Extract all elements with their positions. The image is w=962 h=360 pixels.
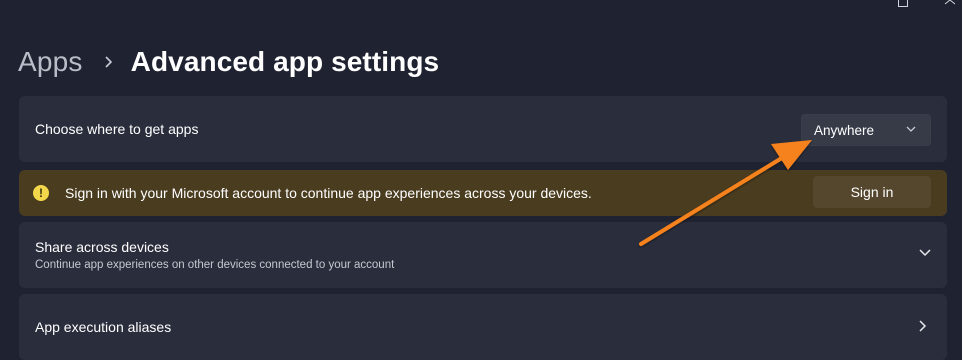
restore-window-button[interactable] — [898, 0, 908, 7]
close-window-button[interactable] — [944, 0, 956, 6]
chevron-right-icon — [919, 320, 927, 332]
share-across-devices-description: Continue app experiences on other device… — [35, 259, 395, 271]
chevron-down-icon[interactable] — [919, 249, 931, 257]
app-source-dropdown[interactable]: Anywhere — [801, 114, 931, 146]
choose-where-to-get-apps-row: Choose where to get apps Anywhere — [19, 96, 947, 162]
warning-icon: ! — [33, 185, 49, 201]
chevron-down-icon — [906, 126, 916, 132]
share-across-devices-row[interactable]: Share across devices Continue app experi… — [19, 222, 947, 288]
close-icon — [944, 0, 956, 5]
share-across-devices-title: Share across devices — [35, 239, 169, 255]
app-source-dropdown-value: Anywhere — [814, 123, 875, 138]
choose-where-to-get-apps-label: Choose where to get apps — [35, 121, 199, 137]
chevron-right-icon — [97, 55, 121, 69]
app-execution-aliases-label: App execution aliases — [35, 319, 172, 335]
app-execution-aliases-row[interactable]: App execution aliases — [19, 294, 947, 360]
page-title: Advanced app settings — [130, 46, 440, 77]
breadcrumb: Apps Advanced app settings — [18, 42, 439, 82]
sign-in-button[interactable]: Sign in — [813, 176, 931, 208]
signin-banner: ! Sign in with your Microsoft account to… — [19, 170, 947, 216]
signin-banner-message: Sign in with your Microsoft account to c… — [65, 185, 592, 201]
breadcrumb-apps-link[interactable]: Apps — [18, 46, 83, 78]
